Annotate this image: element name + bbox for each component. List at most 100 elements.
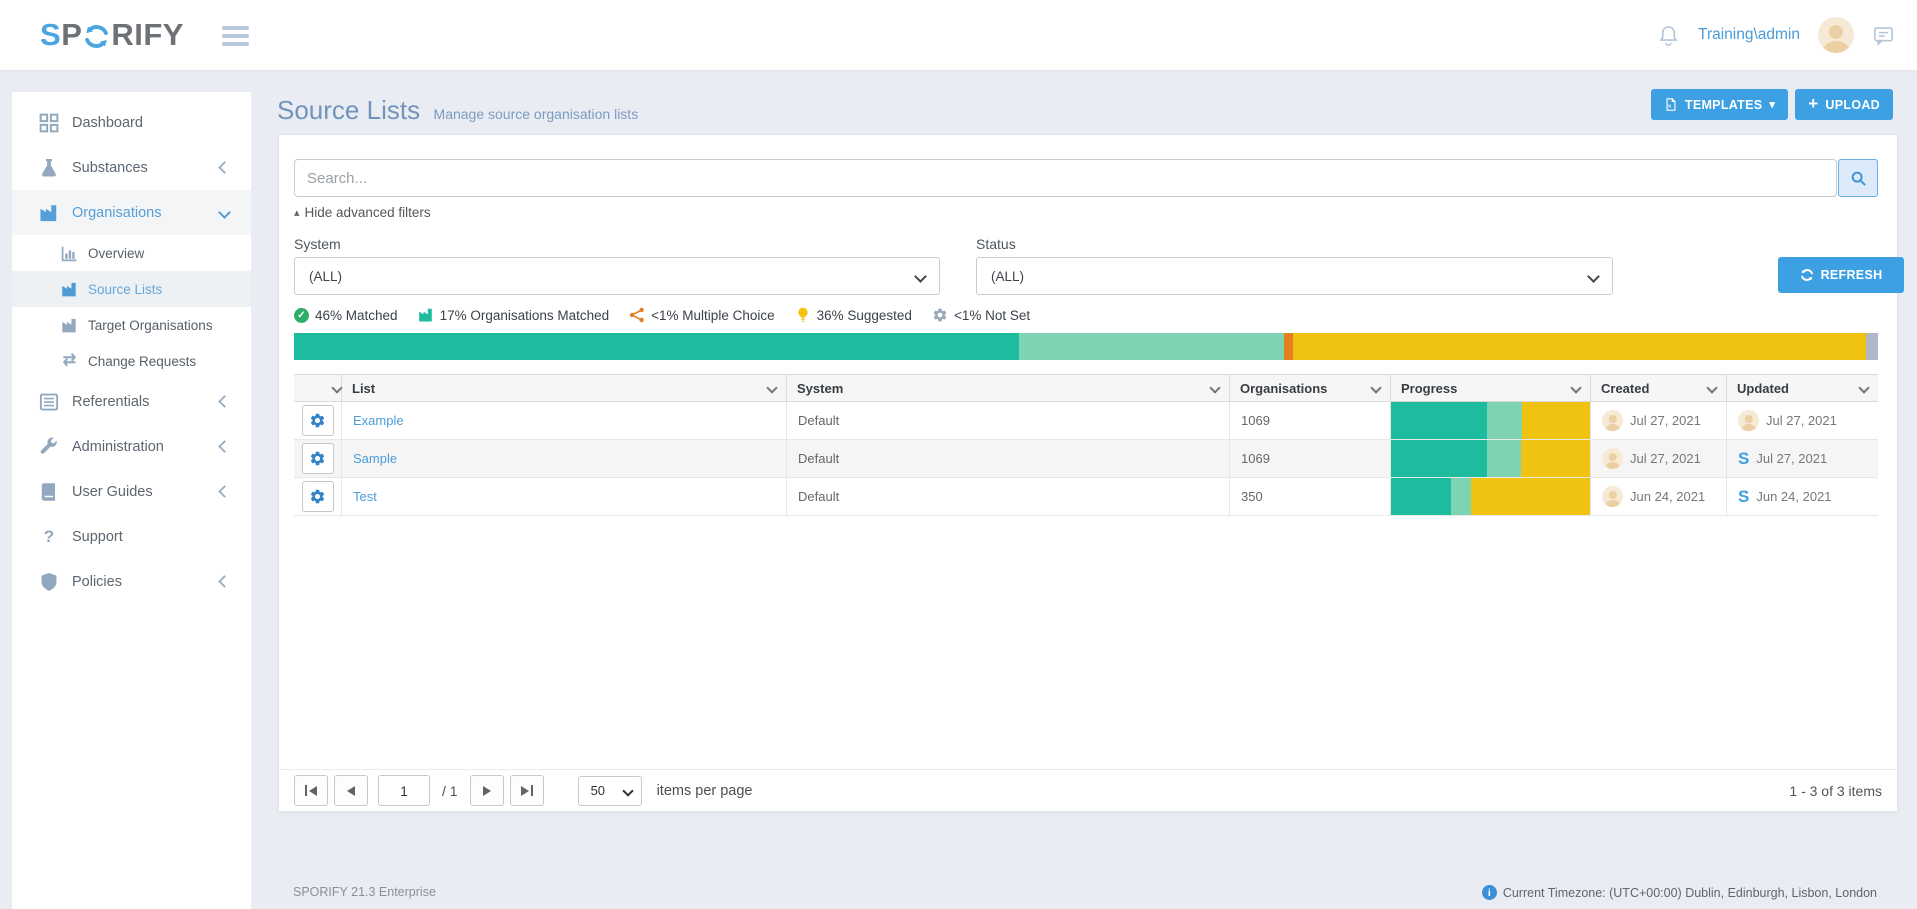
- user-avatar[interactable]: [1818, 17, 1854, 53]
- table-row-example: ExampleDefault1069Jul 27, 2021Jul 27, 20…: [294, 402, 1878, 440]
- items-range-label: 1 - 3 of 3 items: [1789, 783, 1882, 799]
- chevron-down-icon: [1858, 382, 1869, 393]
- chevron-left-icon: [218, 440, 231, 453]
- updated-cell: SJul 27, 2021: [1726, 440, 1878, 477]
- sidebar-item-overview[interactable]: Overview: [12, 235, 251, 271]
- legend-item-46-matched: ✓46% Matched: [294, 308, 398, 323]
- sidebar-item-administration[interactable]: Administration: [12, 424, 251, 469]
- swap-icon: ⇄: [61, 353, 78, 370]
- sidebar-item-user-guides[interactable]: User Guides: [12, 469, 251, 514]
- caret-up-icon: ▴: [294, 206, 300, 219]
- status-label: Status: [976, 236, 1016, 252]
- gear-icon: [932, 307, 948, 323]
- prev-page-button[interactable]: [334, 775, 368, 806]
- row-progress-segment: [1487, 402, 1523, 439]
- page-subtitle: Manage source organisation lists: [434, 106, 639, 122]
- gear-icon: [309, 488, 326, 505]
- notifications-bell-icon[interactable]: [1657, 24, 1680, 47]
- row-progress-segment: [1521, 440, 1590, 477]
- row-progress-segment: [1391, 402, 1487, 439]
- toggle-advanced-filters[interactable]: ▴ Hide advanced filters: [294, 205, 431, 220]
- list-link[interactable]: Example: [353, 413, 404, 428]
- legend-item-36-suggested: 36% Suggested: [795, 307, 912, 323]
- factory-icon: [418, 307, 434, 323]
- sidebar-item-dashboard[interactable]: Dashboard: [12, 100, 251, 145]
- row-progress-segment: [1451, 478, 1471, 515]
- user-menu[interactable]: Training\admin: [1698, 26, 1800, 44]
- sidebar-item-referentials[interactable]: Referentials: [12, 379, 251, 424]
- row-settings-button[interactable]: [302, 405, 334, 436]
- sidebar: DashboardSubstancesOrganisationsOverview…: [12, 92, 251, 909]
- next-page-button[interactable]: [470, 775, 504, 806]
- sidebar-item-organisations[interactable]: Organisations: [12, 190, 251, 235]
- list-link[interactable]: Sample: [353, 451, 397, 466]
- row-progress-bar: [1390, 402, 1590, 439]
- organisations-count: 350: [1241, 489, 1263, 504]
- legend-item-17-organisations-matched: 17% Organisations Matched: [418, 307, 610, 323]
- column-header-progress[interactable]: Progress: [1390, 375, 1590, 401]
- page-input[interactable]: [378, 775, 430, 806]
- factory-icon: [61, 281, 78, 298]
- source-lists-grid: ListSystemOrganisationsProgressCreatedUp…: [294, 374, 1878, 516]
- sidebar-item-substances[interactable]: Substances: [12, 145, 251, 190]
- column-header-updated[interactable]: Updated: [1726, 375, 1878, 401]
- page-title: Source Lists: [277, 95, 420, 125]
- system-select[interactable]: (ALL): [294, 257, 940, 295]
- wrench-icon: [39, 437, 59, 457]
- plus-icon: +: [1808, 95, 1818, 112]
- row-progress-segment: [1391, 478, 1451, 515]
- progress-segment-not-set: [1866, 333, 1878, 360]
- search-icon: [1850, 170, 1867, 187]
- system-value: Default: [798, 489, 839, 504]
- system-value: Default: [798, 413, 839, 428]
- search-button[interactable]: [1838, 159, 1878, 197]
- system-label: System: [294, 236, 341, 252]
- feedback-chat-icon[interactable]: [1872, 24, 1895, 47]
- sporify-icon: S: [1738, 488, 1749, 505]
- check-circle-icon: ✓: [294, 308, 309, 323]
- logo-letter-s: S: [40, 17, 61, 53]
- sidebar-item-target-organisations[interactable]: Target Organisations: [12, 307, 251, 343]
- items-per-page-label: items per page: [657, 783, 753, 799]
- first-page-button[interactable]: [294, 775, 328, 806]
- search-input[interactable]: [294, 159, 1837, 197]
- chart-icon: [61, 245, 78, 262]
- row-settings-button[interactable]: [302, 443, 334, 474]
- status-select[interactable]: (ALL): [976, 257, 1613, 295]
- column-menu-header[interactable]: [294, 375, 341, 401]
- sidebar-item-change-requests[interactable]: ⇄Change Requests: [12, 343, 251, 379]
- info-icon: i: [1482, 885, 1497, 900]
- list-link[interactable]: Test: [353, 489, 377, 504]
- refresh-icon: [1800, 268, 1814, 282]
- sidebar-item-support[interactable]: ?Support: [12, 514, 251, 559]
- templates-button[interactable]: x TEMPLATES ▾: [1651, 89, 1788, 120]
- shield-icon: [39, 572, 59, 592]
- page-count-label: / 1: [442, 783, 458, 799]
- share-icon: [629, 307, 645, 323]
- refresh-button[interactable]: REFRESH: [1778, 257, 1904, 293]
- updated-cell: Jul 27, 2021: [1726, 402, 1878, 439]
- menu-toggle-icon[interactable]: [222, 26, 249, 50]
- dashboard-icon: [39, 113, 59, 133]
- table-row-test: TestDefault350Jun 24, 2021SJun 24, 2021: [294, 478, 1878, 516]
- column-header-list[interactable]: List: [341, 375, 786, 401]
- progress-segment-multiple-choice: [1284, 333, 1293, 360]
- row-progress-segment: [1522, 402, 1590, 439]
- progress-legend: ✓46% Matched17% Organisations Matched<1%…: [294, 307, 1030, 323]
- chevron-down-icon: [914, 270, 927, 283]
- updated-cell: SJun 24, 2021: [1726, 478, 1878, 515]
- column-header-system[interactable]: System: [786, 375, 1229, 401]
- chevron-down-icon: [1209, 382, 1220, 393]
- sidebar-item-policies[interactable]: Policies: [12, 559, 251, 604]
- progress-segment-organisations-matched: [1019, 333, 1284, 360]
- column-header-created[interactable]: Created: [1590, 375, 1726, 401]
- last-page-button[interactable]: [510, 775, 544, 806]
- row-settings-button[interactable]: [302, 481, 334, 512]
- upload-button[interactable]: + UPLOAD: [1795, 89, 1893, 120]
- factory-icon: [39, 203, 59, 223]
- column-header-organisations[interactable]: Organisations: [1229, 375, 1390, 401]
- list-icon: [39, 392, 59, 412]
- page-size-select[interactable]: 50: [578, 776, 642, 806]
- flask-icon: [39, 158, 59, 178]
- sidebar-item-source-lists[interactable]: Source Lists: [12, 271, 251, 307]
